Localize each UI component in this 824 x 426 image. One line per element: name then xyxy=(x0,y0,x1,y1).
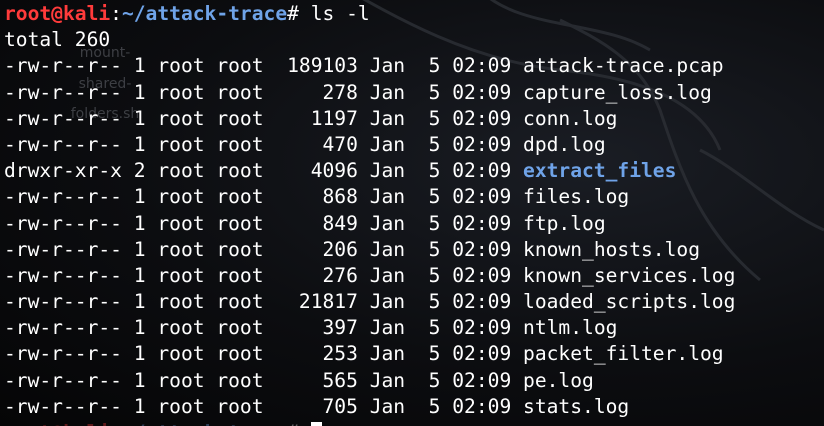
listing-row-meta: -rw-r--r-- 1 root root 565 Jan 5 02:09 xyxy=(4,368,524,392)
prompt-separator: : xyxy=(110,421,122,426)
listing-row-meta: -rw-r--r-- 1 root root 21817 Jan 5 02:09 xyxy=(4,290,524,314)
terminal-output[interactable]: root@kali:~/attack-trace# ls -l total 26… xyxy=(4,1,735,426)
prompt-symbol: # xyxy=(287,421,311,426)
file-name: attack-trace.pcap xyxy=(523,54,724,78)
command-line: root@kali:~/attack-trace# ls -l xyxy=(4,1,735,27)
file-name: packet_filter.log xyxy=(523,342,724,366)
file-name: capture_loss.log xyxy=(523,80,712,104)
file-name: dpd.log xyxy=(523,132,606,156)
listing-row: -rw-r--r-- 1 root root 397 Jan 5 02:09 n… xyxy=(4,315,735,341)
block-cursor-icon xyxy=(310,422,322,426)
listing-row-meta: -rw-r--r-- 1 root root 705 Jan 5 02:09 xyxy=(4,394,524,418)
listing-row-meta: -rw-r--r-- 1 root root 253 Jan 5 02:09 xyxy=(4,342,524,366)
prompt-separator: : xyxy=(110,2,122,25)
listing-row: -rw-r--r-- 1 root root 189103 Jan 5 02:0… xyxy=(4,53,735,79)
listing-row-meta: -rw-r--r-- 1 root root 1197 Jan 5 02:09 xyxy=(4,106,524,130)
directory-name: extract_files xyxy=(523,159,677,183)
prompt-path: ~/attack-trace xyxy=(122,421,287,426)
prompt-symbol: # xyxy=(287,2,311,25)
listing-row: -rw-r--r-- 1 root root 565 Jan 5 02:09 p… xyxy=(4,368,735,394)
listing-row: -rw-r--r-- 1 root root 21817 Jan 5 02:09… xyxy=(4,289,735,315)
listing-row: drwxr-xr-x 2 root root 4096 Jan 5 02:09 … xyxy=(4,158,735,184)
file-name: known_services.log xyxy=(523,263,736,287)
file-name: loaded_scripts.log xyxy=(523,290,736,314)
total-line: total 260 xyxy=(4,28,111,52)
file-listing: -rw-r--r-- 1 root root 189103 Jan 5 02:0… xyxy=(4,53,735,420)
listing-row: -rw-r--r-- 1 root root 276 Jan 5 02:09 k… xyxy=(4,263,735,289)
listing-row-meta: -rw-r--r-- 1 root root 206 Jan 5 02:09 xyxy=(4,237,524,261)
listing-row-meta: -rw-r--r-- 1 root root 276 Jan 5 02:09 xyxy=(4,263,524,287)
listing-row: -rw-r--r-- 1 root root 470 Jan 5 02:09 d… xyxy=(4,132,735,158)
prompt-user-host: root@kali xyxy=(4,421,110,426)
prompt-user-host: root@kali xyxy=(4,2,111,25)
listing-row-meta: -rw-r--r-- 1 root root 397 Jan 5 02:09 xyxy=(4,316,524,340)
file-name: conn.log xyxy=(523,106,618,130)
file-name: stats.log xyxy=(523,394,630,418)
prompt-path: ~/attack-trace xyxy=(121,2,288,25)
file-name: ftp.log xyxy=(523,211,606,235)
file-name: pe.log xyxy=(523,368,594,392)
file-name: known_hosts.log xyxy=(523,237,700,261)
listing-row-meta: drwxr-xr-x 2 root root 4096 Jan 5 02:09 xyxy=(4,159,524,183)
listing-row: -rw-r--r-- 1 root root 1197 Jan 5 02:09 … xyxy=(4,106,735,132)
listing-row: -rw-r--r-- 1 root root 868 Jan 5 02:09 f… xyxy=(4,184,735,210)
next-prompt-line[interactable]: root@kali:~/attack-trace# xyxy=(4,420,735,426)
listing-row: -rw-r--r-- 1 root root 206 Jan 5 02:09 k… xyxy=(4,237,735,263)
listing-row-meta: -rw-r--r-- 1 root root 868 Jan 5 02:09 xyxy=(4,185,524,209)
listing-row: -rw-r--r-- 1 root root 278 Jan 5 02:09 c… xyxy=(4,80,735,106)
listing-row-meta: -rw-r--r-- 1 root root 470 Jan 5 02:09 xyxy=(4,132,524,156)
listing-row-meta: -rw-r--r-- 1 root root 849 Jan 5 02:09 xyxy=(4,211,524,235)
listing-row-meta: -rw-r--r-- 1 root root 278 Jan 5 02:09 xyxy=(4,80,524,104)
terminal-window[interactable]: mount- shared- folders.sh root@kali:~/at… xyxy=(0,0,824,426)
command-text: ls -l xyxy=(310,2,370,25)
file-name: files.log xyxy=(523,185,630,209)
listing-row: -rw-r--r-- 1 root root 253 Jan 5 02:09 p… xyxy=(4,341,735,367)
file-name: ntlm.log xyxy=(523,316,618,340)
listing-row-meta: -rw-r--r-- 1 root root 189103 Jan 5 02:0… xyxy=(4,54,524,78)
listing-row: -rw-r--r-- 1 root root 849 Jan 5 02:09 f… xyxy=(4,211,735,237)
listing-row: -rw-r--r-- 1 root root 705 Jan 5 02:09 s… xyxy=(4,394,735,420)
